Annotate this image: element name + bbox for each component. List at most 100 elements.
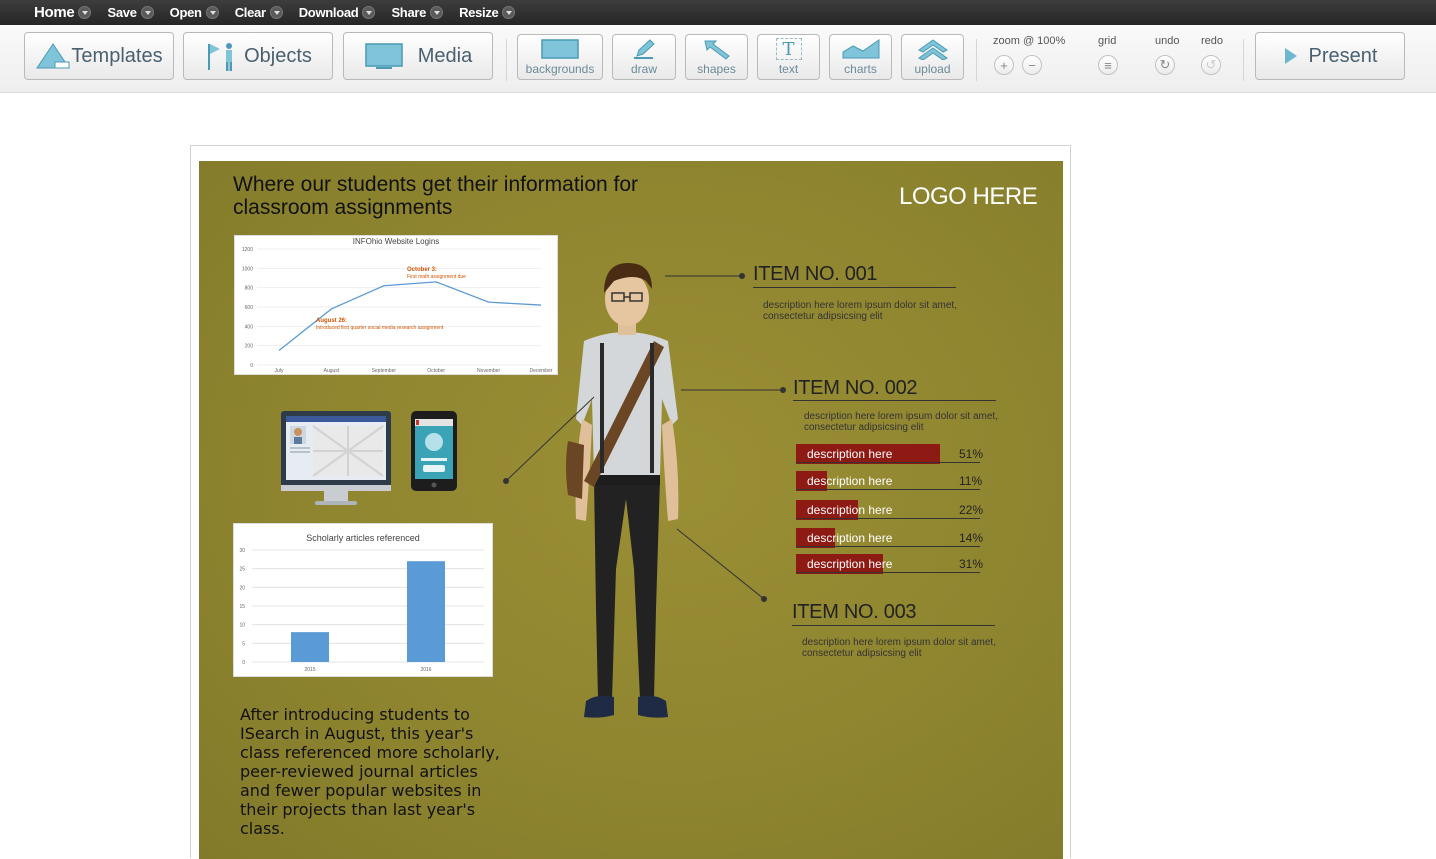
upload-label: upload bbox=[914, 62, 951, 76]
item-2-underline bbox=[793, 400, 996, 401]
menu-home-label: Home bbox=[34, 4, 75, 21]
menu-open[interactable]: Open bbox=[170, 5, 219, 20]
chevron-down-icon[interactable] bbox=[430, 6, 444, 19]
chevron-down-icon[interactable] bbox=[362, 6, 376, 19]
menu-save[interactable]: Save bbox=[107, 5, 154, 20]
zoom-label: zoom @ 100% bbox=[993, 35, 1066, 47]
backgrounds-icon bbox=[541, 39, 579, 59]
play-icon bbox=[1284, 48, 1297, 64]
plus-icon: + bbox=[1000, 57, 1008, 73]
media-label: Media bbox=[417, 44, 473, 67]
progress-bar-label: description here bbox=[807, 531, 893, 545]
progress-bar-underline bbox=[796, 518, 980, 519]
chevron-down-icon[interactable] bbox=[269, 6, 283, 19]
objects-label: Objects bbox=[244, 44, 312, 67]
objects-icon bbox=[208, 43, 233, 71]
text-icon: T bbox=[775, 38, 802, 60]
chevron-down-icon[interactable] bbox=[78, 6, 92, 19]
item-3-title[interactable]: ITEM NO. 003 bbox=[792, 601, 917, 624]
chevron-down-icon[interactable] bbox=[502, 6, 516, 19]
grid-label: grid bbox=[1098, 35, 1117, 47]
progress-bar-underline bbox=[796, 546, 980, 547]
chevron-down-icon[interactable] bbox=[140, 6, 154, 19]
menu-download[interactable]: Download bbox=[299, 5, 376, 20]
item-2-desc[interactable]: description here lorem ipsum dolor sit a… bbox=[804, 411, 1034, 433]
menu-save-label: Save bbox=[107, 5, 137, 20]
pencil-icon bbox=[634, 39, 655, 59]
menu-share[interactable]: Share bbox=[391, 5, 444, 20]
draw-label: draw bbox=[630, 62, 657, 76]
draw-button[interactable]: draw bbox=[612, 34, 676, 80]
progress-bar-row[interactable]: description here bbox=[796, 444, 980, 464]
objects-button[interactable]: Objects bbox=[183, 32, 333, 80]
present-label: Present bbox=[1308, 44, 1378, 67]
templates-icon bbox=[36, 43, 71, 69]
menu-clear-label: Clear bbox=[234, 5, 266, 20]
progress-bar-percent: 31% bbox=[959, 557, 984, 571]
redo-label: redo bbox=[1201, 35, 1224, 47]
toolbar-separator bbox=[976, 39, 977, 81]
toolbar: Templates Objects Media backgrounds draw… bbox=[0, 25, 1436, 93]
progress-bar-label: description here bbox=[807, 557, 893, 571]
minus-icon: − bbox=[1028, 57, 1036, 73]
item-2-title[interactable]: ITEM NO. 002 bbox=[793, 377, 918, 400]
shapes-button[interactable]: shapes bbox=[685, 34, 748, 80]
undo-button[interactable]: ↻ bbox=[1155, 55, 1175, 75]
canvas-frame: Where our students get their information… bbox=[190, 145, 1071, 859]
progress-bar-row[interactable]: description here bbox=[796, 471, 980, 491]
text-label: text bbox=[778, 62, 799, 76]
templates-label: Templates bbox=[71, 44, 163, 67]
menu-home[interactable]: Home bbox=[34, 4, 92, 21]
menu-open-label: Open bbox=[169, 5, 202, 20]
item-1-title[interactable]: ITEM NO. 001 bbox=[753, 263, 878, 286]
menu-clear[interactable]: Clear bbox=[235, 5, 283, 20]
zoom-out-button[interactable]: − bbox=[1022, 55, 1042, 75]
toolbar-separator bbox=[506, 39, 507, 81]
text-button[interactable]: T text bbox=[757, 34, 820, 80]
item-3-underline bbox=[792, 625, 995, 626]
shapes-label: shapes bbox=[697, 62, 736, 76]
progress-bar-row[interactable]: description here bbox=[796, 554, 980, 574]
progress-bar-row[interactable]: description here bbox=[796, 528, 980, 548]
arrow-icon bbox=[703, 40, 730, 60]
undo-icon: ↻ bbox=[1159, 57, 1171, 72]
progress-bar-underline bbox=[796, 572, 980, 573]
media-button[interactable]: Media bbox=[343, 32, 493, 80]
upload-button[interactable]: upload bbox=[901, 34, 964, 80]
progress-bar-percent: 51% bbox=[959, 447, 984, 461]
menu-download-label: Download bbox=[298, 5, 359, 20]
progress-bar-underline bbox=[796, 489, 980, 490]
slide-canvas[interactable]: Where our students get their information… bbox=[199, 161, 1063, 859]
redo-button[interactable]: ↺ bbox=[1201, 55, 1221, 75]
charts-button[interactable]: charts bbox=[829, 34, 892, 80]
progress-bar-underline bbox=[796, 462, 980, 463]
monitor-icon bbox=[365, 43, 403, 69]
menu-resize-label: Resize bbox=[459, 5, 499, 20]
item-1-underline bbox=[753, 287, 956, 288]
progress-bar-percent: 11% bbox=[959, 474, 983, 488]
templates-button[interactable]: Templates bbox=[24, 32, 174, 80]
redo-icon: ↺ bbox=[1205, 57, 1217, 72]
chart-icon bbox=[842, 39, 879, 59]
grid-icon: ≡ bbox=[1104, 57, 1112, 73]
chevron-down-icon[interactable] bbox=[205, 6, 219, 19]
present-button[interactable]: Present bbox=[1255, 32, 1405, 80]
undo-label: undo bbox=[1155, 35, 1180, 47]
progress-bar-label: description here bbox=[807, 503, 893, 517]
progress-bar-percent: 14% bbox=[959, 531, 984, 545]
progress-bar-row[interactable]: description here bbox=[796, 500, 980, 520]
zoom-in-button[interactable]: + bbox=[994, 55, 1014, 75]
upload-icon bbox=[917, 39, 948, 60]
backgrounds-label: backgrounds bbox=[525, 62, 595, 76]
menu-share-label: Share bbox=[391, 5, 427, 20]
grid-button[interactable]: ≡ bbox=[1098, 55, 1118, 75]
progress-bar-label: description here bbox=[807, 474, 893, 488]
menu-resize[interactable]: Resize bbox=[459, 5, 516, 20]
progress-bar-percent: 22% bbox=[959, 503, 984, 517]
charts-label: charts bbox=[844, 62, 877, 76]
backgrounds-button[interactable]: backgrounds bbox=[517, 34, 603, 80]
item-1-desc[interactable]: description here lorem ipsum dolor sit a… bbox=[763, 300, 993, 322]
progress-bar-label: description here bbox=[807, 447, 893, 461]
toolbar-separator bbox=[1243, 39, 1244, 81]
item-3-desc[interactable]: description here lorem ipsum dolor sit a… bbox=[802, 637, 1032, 659]
